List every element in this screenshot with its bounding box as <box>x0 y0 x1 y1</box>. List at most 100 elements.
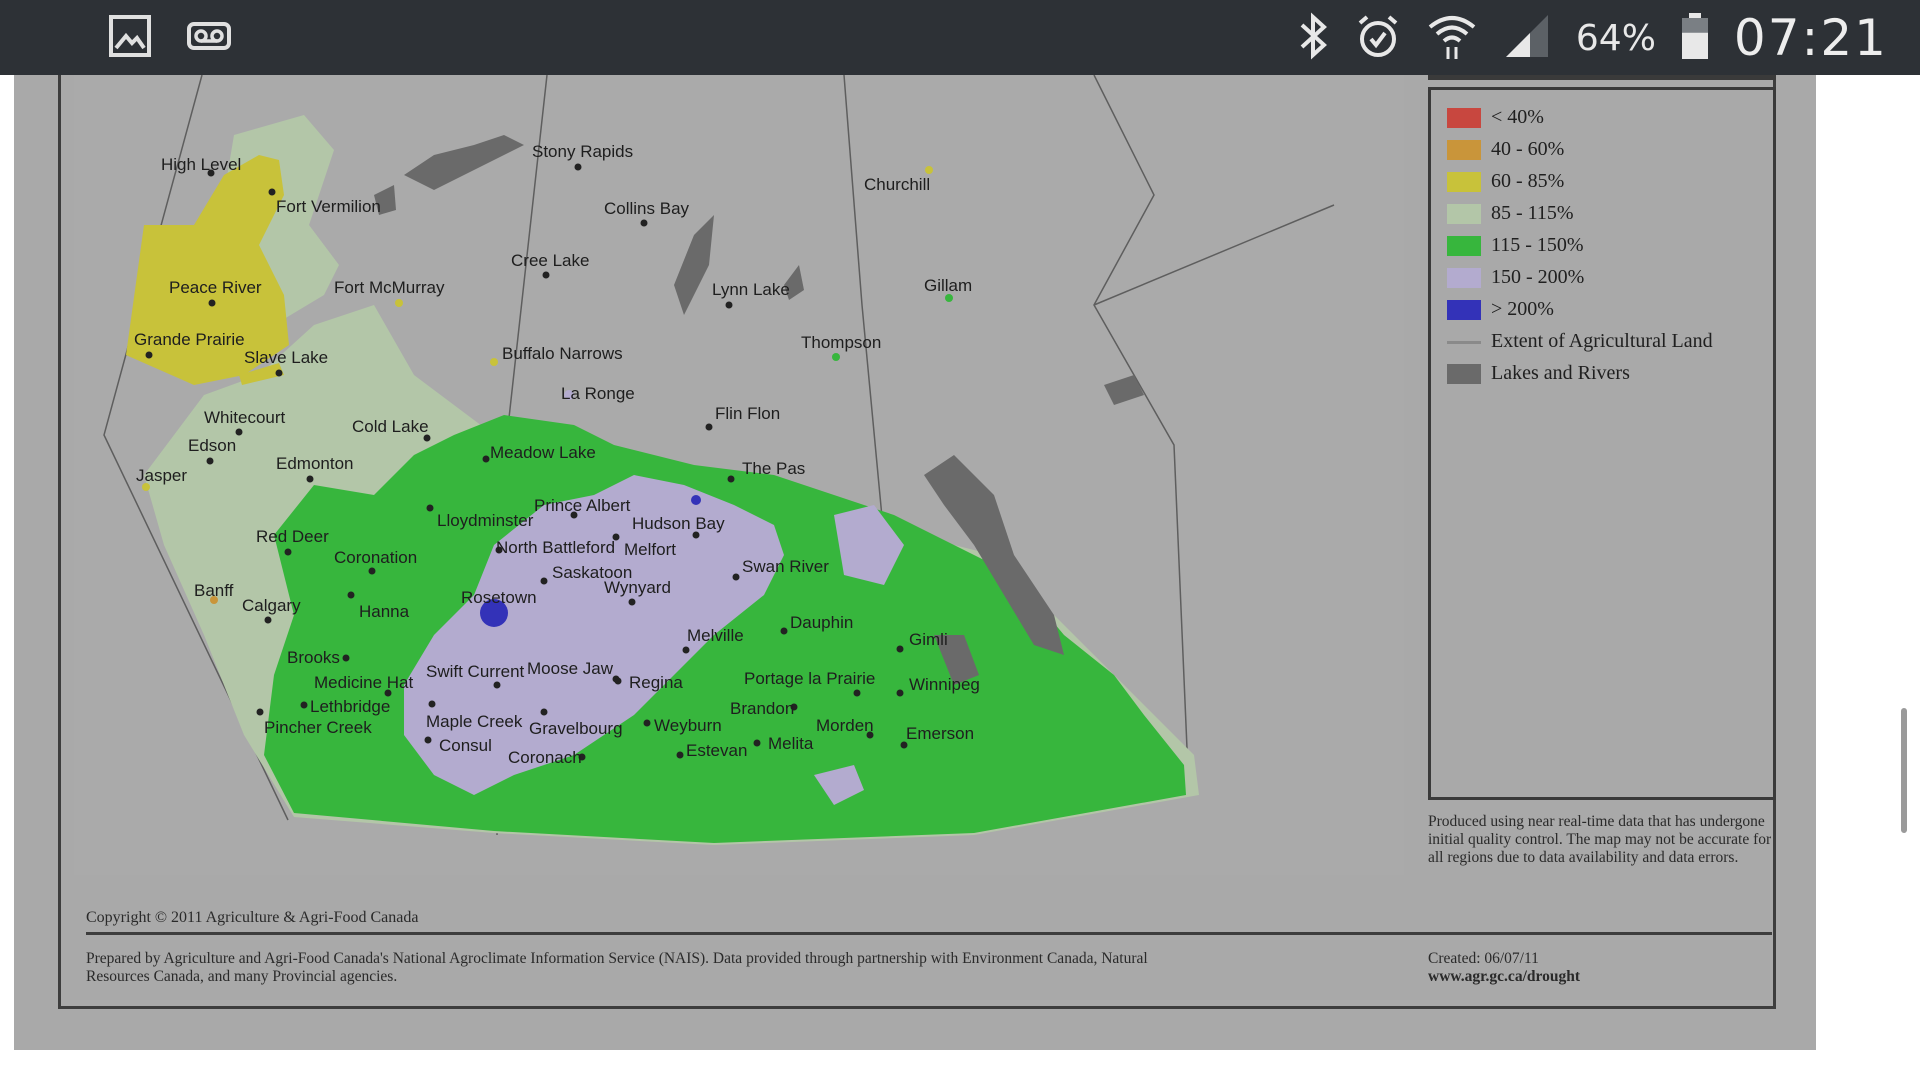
status-bar: 64% 07:21 <box>0 0 1920 75</box>
legend-swatch <box>1447 341 1481 344</box>
legend-label: 115 - 150% <box>1491 234 1584 256</box>
place-label: Edson <box>188 436 236 455</box>
place-label: Portage la Prairie <box>744 669 875 688</box>
place-label: Melfort <box>624 540 676 559</box>
legend-label: < 40% <box>1491 106 1544 128</box>
legend-swatch <box>1447 139 1481 160</box>
place-label: Stony Rapids <box>532 142 633 161</box>
place-label: Lethbridge <box>310 697 390 716</box>
gallery-icon[interactable] <box>108 14 156 62</box>
legend-item: > 200% <box>1447 298 1554 321</box>
place-label: Lloydminster <box>437 511 534 530</box>
legend-label: 85 - 115% <box>1491 202 1574 224</box>
place-label: Hudson Bay <box>632 514 725 533</box>
battery-icon <box>1680 11 1710 66</box>
place-label: Gillam <box>924 276 972 295</box>
place-label: Grande Prairie <box>134 330 245 349</box>
legend-swatch <box>1447 267 1481 288</box>
place-label: Dauphin <box>790 613 853 632</box>
place-label: Calgary <box>242 596 301 615</box>
legend-swatch <box>1447 203 1481 224</box>
place-label: The Pas <box>742 459 805 478</box>
place-label: Fort McMurray <box>334 278 445 297</box>
place-label: Peace River <box>169 278 262 297</box>
legend-label: Extent of Agricultural Land <box>1491 330 1713 352</box>
legend: < 40% 40 - 60% 60 - 85% 85 - 115% 115 - 150%… <box>1428 87 1776 800</box>
wifi-icon <box>1426 11 1478 66</box>
place-label: Swan River <box>742 557 829 576</box>
place-label: Red Deer <box>256 527 329 546</box>
place-label: Churchill <box>864 175 930 194</box>
legend-swatch <box>1447 363 1481 384</box>
created-date: Created: 06/07/11 <box>1428 950 1539 967</box>
legend-item: < 40% <box>1447 106 1544 129</box>
place-label: La Ronge <box>561 384 635 403</box>
legend-item: 60 - 85% <box>1447 170 1564 193</box>
legend-item: 85 - 115% <box>1447 202 1574 225</box>
footer-divider <box>86 932 1772 935</box>
place-label: Weyburn <box>654 716 722 735</box>
place-label: Hanna <box>359 602 410 621</box>
place-label: Cold Lake <box>352 417 429 436</box>
scrollbar[interactable] <box>1901 708 1907 833</box>
place-label: Pincher Creek <box>264 718 372 737</box>
copyright-text: Copyright © 2011 Agriculture & Agri-Food… <box>86 909 419 926</box>
place-label: Slave Lake <box>244 348 328 367</box>
legend-note: Produced using near real-time data that … <box>1428 813 1772 866</box>
place-label: Swift Current <box>426 662 525 681</box>
legend-label: 40 - 60% <box>1491 138 1565 160</box>
place-label: North Battleford <box>496 538 615 557</box>
place-label: Melville <box>687 626 744 645</box>
place-label: Rosetown <box>461 588 537 607</box>
place-label: Melita <box>768 734 814 753</box>
created-info: Created: 06/07/11 www.agr.gc.ca/drought <box>1428 950 1580 986</box>
place-label: Gravelbourg <box>529 719 623 738</box>
image-viewer[interactable]: High Level Stony Rapids Churchill Fort Verm… <box>0 75 1920 1080</box>
place-label: Cree Lake <box>511 251 589 270</box>
place-label: Flin Flon <box>715 404 780 423</box>
drought-map: High Level Stony Rapids Churchill Fort Verm… <box>74 75 1404 875</box>
place-label: Meadow Lake <box>490 443 596 462</box>
legend-swatch <box>1447 171 1481 192</box>
place-label: Brooks <box>287 648 340 667</box>
legend-item: 40 - 60% <box>1447 138 1564 161</box>
battery-percent: 64% <box>1575 17 1656 59</box>
legend-label: Lakes and Rivers <box>1491 362 1630 384</box>
legend-swatch <box>1447 107 1481 128</box>
place-label: High Level <box>161 155 241 174</box>
prepared-by-text: Prepared by Agriculture and Agri-Food Ca… <box>86 950 1148 985</box>
place-label: Fort Vermilion <box>276 197 381 216</box>
place-label: Gimli <box>909 630 948 649</box>
legend-swatch <box>1447 299 1481 320</box>
place-label: Brandon <box>730 699 794 718</box>
place-label: Coronach <box>508 748 582 767</box>
signal-icon <box>1502 11 1552 66</box>
alarm-icon <box>1354 11 1402 66</box>
place-label: Maple Creek <box>426 712 523 731</box>
place-label: Medicine Hat <box>314 673 413 692</box>
place-label: Banff <box>194 581 234 600</box>
place-label: Thompson <box>801 333 881 352</box>
place-label: Lynn Lake <box>712 280 790 299</box>
place-label: Emerson <box>906 724 974 743</box>
bluetooth-icon <box>1296 11 1330 66</box>
map-photo[interactable]: High Level Stony Rapids Churchill Fort Verm… <box>14 75 1816 1050</box>
place-label: Collins Bay <box>604 199 690 218</box>
place-label: Moose Jaw <box>527 659 614 678</box>
place-label: Morden <box>816 716 874 735</box>
legend-item: Extent of Agricultural Land <box>1447 330 1713 353</box>
legend-item: Lakes and Rivers <box>1447 362 1630 385</box>
legend-label: > 200% <box>1491 298 1554 320</box>
legend-top-line <box>1428 75 1776 80</box>
legend-label: 60 - 85% <box>1491 170 1565 192</box>
place-label: Wynyard <box>604 578 671 597</box>
voicemail-icon[interactable] <box>186 14 234 62</box>
place-label: Buffalo Narrows <box>502 344 623 363</box>
place-label: Consul <box>439 736 492 755</box>
clock: 07:21 <box>1733 9 1888 67</box>
place-label: Edmonton <box>276 454 354 473</box>
legend-label: 150 - 200% <box>1491 266 1585 288</box>
legend-item: 115 - 150% <box>1447 234 1584 257</box>
place-label: Winnipeg <box>909 675 980 694</box>
source-url[interactable]: www.agr.gc.ca/drought <box>1428 968 1580 986</box>
